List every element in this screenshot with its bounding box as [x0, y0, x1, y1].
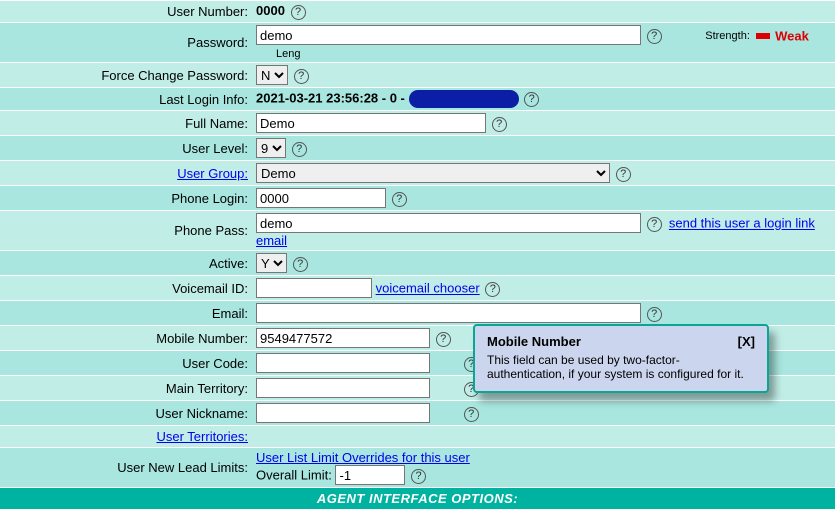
strength-label: Strength: [705, 30, 750, 42]
user-nickname-input[interactable] [256, 403, 430, 423]
overall-limit-input[interactable] [335, 465, 405, 485]
password-label: Password: [187, 35, 248, 50]
force-change-select[interactable]: N [256, 65, 288, 85]
overall-limit-label: Overall Limit: [256, 468, 332, 483]
voicemail-id-label: Voicemail ID: [172, 281, 248, 296]
help-icon[interactable]: ? [647, 307, 662, 322]
user-code-label: User Code: [182, 356, 248, 371]
mobile-number-input[interactable] [256, 328, 430, 348]
mobile-number-label: Mobile Number: [156, 331, 248, 346]
redacted-mark [409, 90, 519, 108]
phone-login-label: Phone Login: [171, 191, 248, 206]
force-change-label: Force Change Password: [101, 68, 248, 83]
strength-value: Weak [775, 29, 809, 44]
user-level-select[interactable]: 9 [256, 138, 286, 158]
help-icon[interactable]: ? [492, 117, 507, 132]
help-icon[interactable]: ? [411, 469, 426, 484]
last-login-value: 2021-03-21 23:56:28 - 0 - [256, 90, 405, 105]
tooltip-close-button[interactable]: [X] [738, 334, 755, 349]
agent-interface-header: AGENT INTERFACE OPTIONS: [0, 488, 835, 510]
email-label: Email: [212, 306, 248, 321]
strength-bar-icon [756, 33, 770, 39]
user-territories-label-link[interactable]: User Territories: [156, 429, 248, 444]
phone-pass-label: Phone Pass: [174, 223, 248, 238]
last-login-label: Last Login Info: [159, 92, 248, 107]
email-input[interactable] [256, 303, 641, 323]
help-icon[interactable]: ? [485, 282, 500, 297]
active-select[interactable]: Y [256, 253, 287, 273]
help-icon[interactable]: ? [291, 5, 306, 20]
voicemail-id-input[interactable] [256, 278, 372, 298]
user-group-select[interactable]: Demo [256, 163, 610, 183]
help-icon[interactable]: ? [616, 167, 631, 182]
user-list-limit-link[interactable]: User List Limit Overrides for this user [256, 450, 470, 465]
help-icon[interactable]: ? [294, 69, 309, 84]
active-label: Active: [209, 256, 248, 271]
full-name-label: Full Name: [185, 116, 248, 131]
help-icon[interactable]: ? [392, 192, 407, 207]
new-lead-limits-label: User New Lead Limits: [117, 460, 248, 475]
help-icon[interactable]: ? [292, 142, 307, 157]
mobile-number-tooltip: Mobile Number [X] This field can be used… [473, 324, 769, 393]
length-label: Leng [276, 48, 300, 60]
help-icon[interactable]: ? [464, 407, 479, 422]
full-name-input[interactable] [256, 113, 486, 133]
user-number-label: User Number: [167, 4, 248, 19]
user-number-value: 0000 [256, 3, 285, 18]
help-icon[interactable]: ? [436, 332, 451, 347]
user-nickname-label: User Nickname: [156, 406, 248, 421]
help-icon[interactable]: ? [524, 92, 539, 107]
help-icon[interactable]: ? [647, 217, 662, 232]
help-icon[interactable]: ? [293, 257, 308, 272]
user-level-label: User Level: [182, 141, 248, 156]
user-group-label-link[interactable]: User Group: [177, 166, 248, 181]
password-input[interactable] [256, 25, 641, 45]
main-territory-input[interactable] [256, 378, 430, 398]
phone-login-input[interactable] [256, 188, 386, 208]
phone-pass-input[interactable] [256, 213, 641, 233]
user-code-input[interactable] [256, 353, 430, 373]
voicemail-chooser-link[interactable]: voicemail chooser [376, 281, 480, 296]
tooltip-body: This field can be used by two-factor-aut… [487, 353, 755, 381]
help-icon[interactable]: ? [647, 29, 662, 44]
tooltip-title: Mobile Number [487, 334, 581, 349]
main-territory-label: Main Territory: [166, 381, 248, 396]
